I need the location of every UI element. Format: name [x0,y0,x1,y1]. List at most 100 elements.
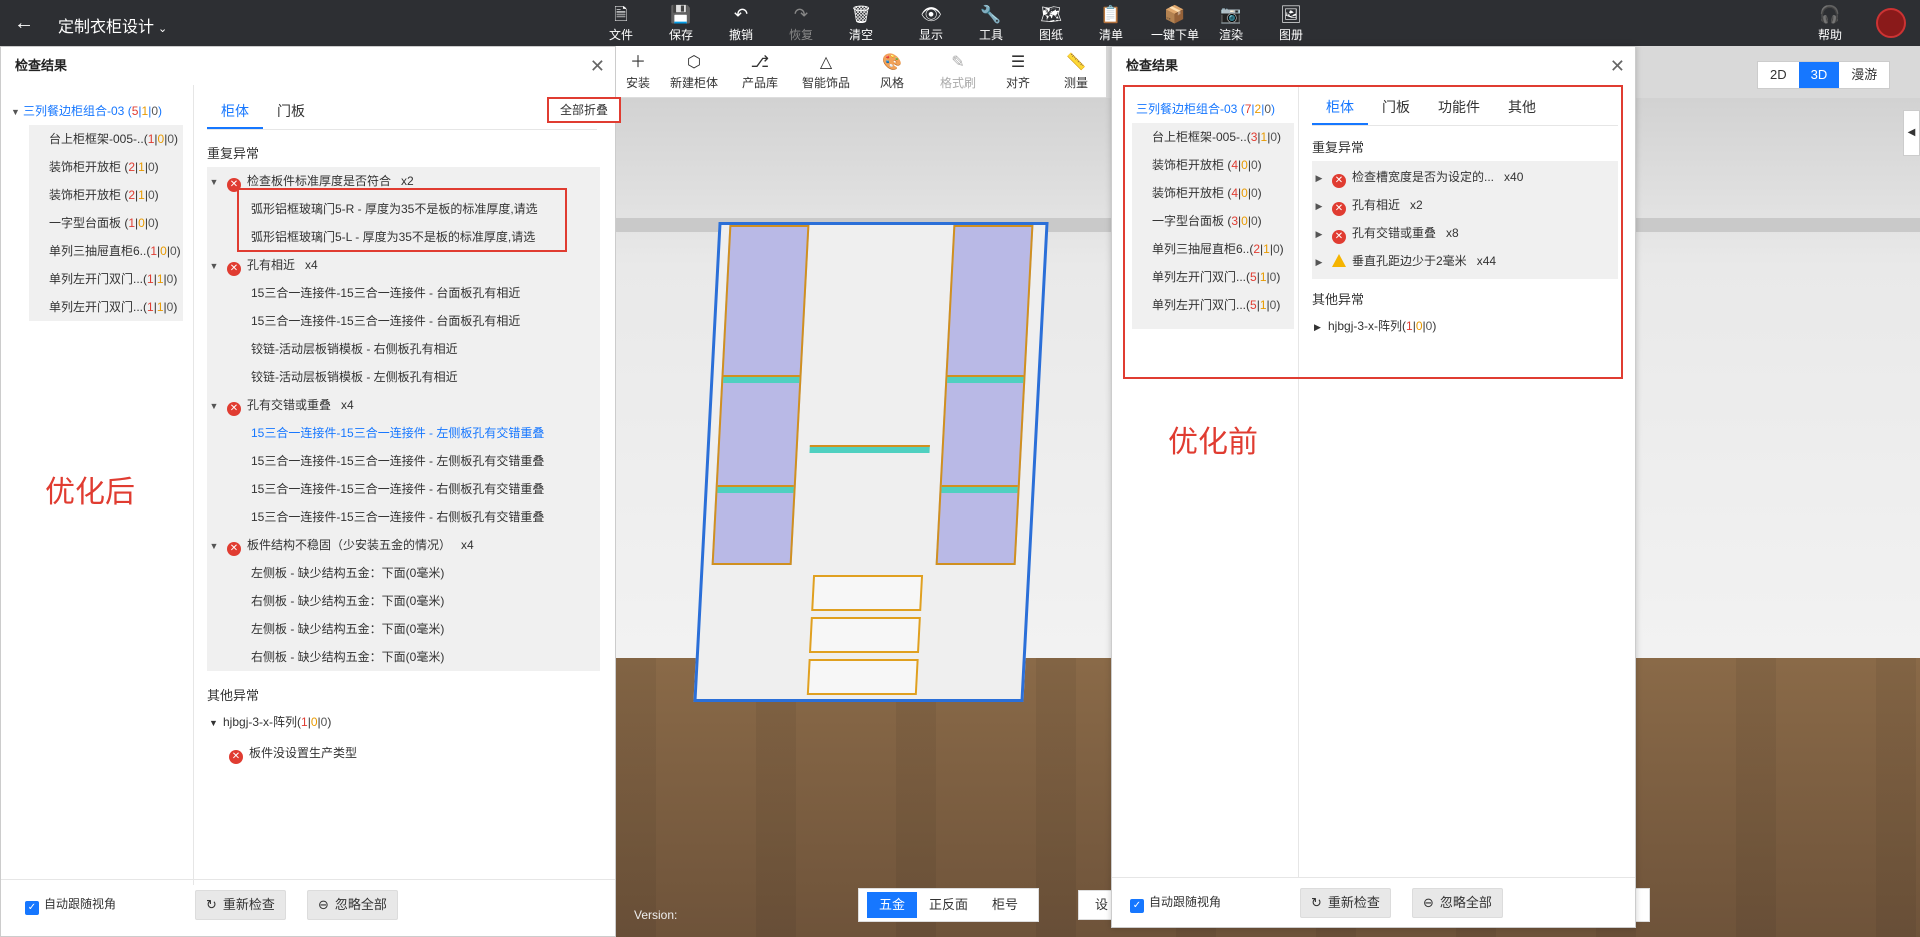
cabinet-shelf [809,445,930,453]
auto-follow-checkbox[interactable]: ✓ 自动跟随视角 [1130,893,1221,913]
tool-new-cabinet[interactable]: ⬡ 新建柜体 [666,52,722,91]
tool-render[interactable]: 📷 渲染 [1206,4,1256,43]
ignore-all-button[interactable]: ⊖ 忽略全部 [1412,888,1503,918]
other-group-row[interactable]: ▶ hjbgj-3-x-阵列(1|0|0) [1314,317,1436,334]
collapse-all-button[interactable]: 全部折叠 [547,97,621,123]
group-item[interactable]: 装饰柜开放柜 (2|1|0) [49,153,183,181]
group-item[interactable]: 单列左开门双门...(5|1|0) [1152,291,1294,319]
caret-right-icon[interactable]: ▶ [1312,220,1326,247]
tab-hardware[interactable]: 五金 [867,892,918,918]
tool-install[interactable]: ＋安装 [610,52,666,91]
caret-down-icon[interactable]: ▼ [209,718,223,728]
caret-right-icon[interactable]: ▶ [1312,248,1326,275]
issue-detail[interactable]: 右侧板 - 缺少结构五金：下面(0毫米) [207,587,600,615]
group-item[interactable]: 单列三抽屉直柜6..(2|1|0) [1152,235,1294,263]
issue-detail-selected[interactable]: 15三合一连接件-15三合一连接件 - 左侧板孔有交错重叠 [207,419,600,447]
issue-detail[interactable]: 15三合一连接件-15三合一连接件 - 台面板孔有相近 [207,279,600,307]
other-issue-row[interactable]: ✕ 板件没设置生产类型 [223,739,357,767]
tab-function-parts[interactable]: 功能件 [1424,91,1494,125]
issue-detail[interactable]: 弧形铝框玻璃门5-R - 厚度为35不是板的标准厚度,请选 [207,195,600,223]
sidebar-expand-icon[interactable]: ◀ [1903,110,1920,156]
tool-one-click-order[interactable]: 📦 一键下单 [1146,4,1204,43]
auto-follow-checkbox[interactable]: ✓ 自动跟随视角 [25,895,116,915]
issue-detail[interactable]: 左侧板 - 缺少结构五金：下面(0毫米) [207,559,600,587]
group-item[interactable]: 台上柜框架-005-..(1|0|0) [49,125,183,153]
group-item[interactable]: 装饰柜开放柜 (2|1|0) [49,181,183,209]
issue-row[interactable]: ▼ ✕ 板件结构不稳固（少安装五金的情况） x4 [207,531,600,559]
tool-style[interactable]: 🎨 风格 [864,52,920,91]
group-item[interactable]: ▼ 三列餐边柜组合-03 (5|1|0) [11,97,183,125]
group-item[interactable]: 单列左开门双门...(1|1|0) [49,265,183,293]
issue-row[interactable]: ▶ 垂直孔距边少于2毫米 x44 [1312,247,1618,275]
view-3d-button[interactable]: 3D [1798,62,1840,88]
view-2d-button[interactable]: 2D [1758,62,1799,88]
tab-front-back[interactable]: 正反面 [917,892,980,918]
tool-align[interactable]: ☰ 对齐 [990,52,1046,91]
project-title[interactable]: 定制衣柜设计 ⌄ [58,13,167,37]
other-group-row[interactable]: ▼ hjbgj-3-x-阵列(1|0|0) [209,713,331,730]
caret-right-icon[interactable]: ▶ [1314,322,1328,333]
help-button[interactable]: 🎧 帮助 [1810,4,1850,43]
issue-detail[interactable]: 15三合一连接件-15三合一连接件 - 台面板孔有相近 [207,307,600,335]
issue-row[interactable]: ▶ ✕ 检查槽宽度是否为设定的... x40 [1312,163,1618,191]
issue-row[interactable]: ▼ ✕ 孔有交错或重叠 x4 [207,391,600,419]
tab-door-panel[interactable]: 门板 [263,95,319,129]
close-icon[interactable]: ✕ [1610,47,1625,85]
group-item[interactable]: 装饰柜开放柜 (4|0|0) [1152,151,1294,179]
issue-detail[interactable]: 铰链-活动层板销模板 - 左侧板孔有相近 [207,363,600,391]
group-item[interactable]: 单列左开门双门...(5|1|0) [1152,263,1294,291]
issue-row[interactable]: ▶ ✕ 孔有交错或重叠 x8 [1312,219,1618,247]
group-item[interactable]: 三列餐边柜组合-03 (7|2|0) [1122,95,1294,123]
issue-detail[interactable]: 弧形铝框玻璃门5-L - 厚度为35不是板的标准厚度,请选 [207,223,600,251]
tool-smart-decor[interactable]: △ 智能饰品 [798,52,854,91]
issue-detail[interactable]: 15三合一连接件-15三合一连接件 - 右侧板孔有交错重叠 [207,475,600,503]
tool-display[interactable]: 👁 显示 [906,4,956,43]
tool-format-brush[interactable]: ✎ 格式刷 [930,52,986,91]
avatar[interactable] [1876,8,1906,38]
close-icon[interactable]: ✕ [590,47,605,85]
issue-row[interactable]: ▼ ✕ 孔有相近 x4 [207,251,600,279]
tab-door-panel[interactable]: 门板 [1368,91,1424,125]
group-item[interactable]: 单列左开门双门...(1|1|0) [49,293,183,321]
tool-drawings[interactable]: 🗺 图纸 [1026,4,1076,43]
issue-row[interactable]: ▼ ✕ 检查板件标准厚度是否符合 x2 [207,167,600,195]
tool-list[interactable]: 📋 清单 [1086,4,1136,43]
tool-redo[interactable]: ↷ 恢复 [776,4,826,43]
tool-clear[interactable]: 🗑 清空 [836,4,886,43]
group-item[interactable]: 装饰柜开放柜 (4|0|0) [1152,179,1294,207]
cabinet-model[interactable] [693,222,1049,702]
recheck-button[interactable]: ↻ 重新检查 [195,890,286,920]
tool-album[interactable]: 🖼 图册 [1266,4,1316,43]
tool-file[interactable]: 🗎 文件 [596,4,646,43]
issue-detail[interactable]: 右侧板 - 缺少结构五金：下面(0毫米) [207,643,600,671]
tab-cabinet-number[interactable]: 柜号 [980,892,1030,918]
caret-down-icon[interactable]: ▼ [207,168,221,195]
caret-down-icon[interactable]: ▼ [207,392,221,419]
caret-down-icon[interactable]: ▼ [207,532,221,559]
issue-detail[interactable]: 15三合一连接件-15三合一连接件 - 右侧板孔有交错重叠 [207,503,600,531]
caret-right-icon[interactable]: ▶ [1312,164,1326,191]
tool-tools[interactable]: 🔧 工具 [966,4,1016,43]
tab-others[interactable]: 其他 [1494,91,1550,125]
view-roam-button[interactable]: 漫游 [1839,62,1889,88]
recheck-button[interactable]: ↻ 重新检查 [1300,888,1391,918]
group-item[interactable]: 一字型台面板 (1|0|0) [49,209,183,237]
issue-detail[interactable]: 铰链-活动层板销模板 - 右侧板孔有相近 [207,335,600,363]
tab-cabinet-body[interactable]: 柜体 [207,95,263,129]
tool-product-library[interactable]: ⎇ 产品库 [732,52,788,91]
group-item[interactable]: 一字型台面板 (3|0|0) [1152,207,1294,235]
issue-detail[interactable]: 左侧板 - 缺少结构五金：下面(0毫米) [207,615,600,643]
tab-cabinet-body[interactable]: 柜体 [1312,91,1368,125]
caret-down-icon[interactable]: ▼ [11,98,23,126]
tool-measure[interactable]: 📏 测量 [1048,52,1104,91]
arrow-left-icon[interactable]: ← [14,12,34,35]
issue-detail[interactable]: 15三合一连接件-15三合一连接件 - 左侧板孔有交错重叠 [207,447,600,475]
caret-right-icon[interactable]: ▶ [1312,192,1326,219]
ignore-all-button[interactable]: ⊖ 忽略全部 [307,890,398,920]
group-item[interactable]: 单列三抽屉直柜6..(1|0|0) [49,237,183,265]
tool-undo[interactable]: ↶ 撤销 [716,4,766,43]
issue-row[interactable]: ▶ ✕ 孔有相近 x2 [1312,191,1618,219]
group-item[interactable]: 台上柜框架-005-..(3|1|0) [1152,123,1294,151]
tool-save[interactable]: 💾 保存 [656,4,706,43]
caret-down-icon[interactable]: ▼ [207,252,221,279]
